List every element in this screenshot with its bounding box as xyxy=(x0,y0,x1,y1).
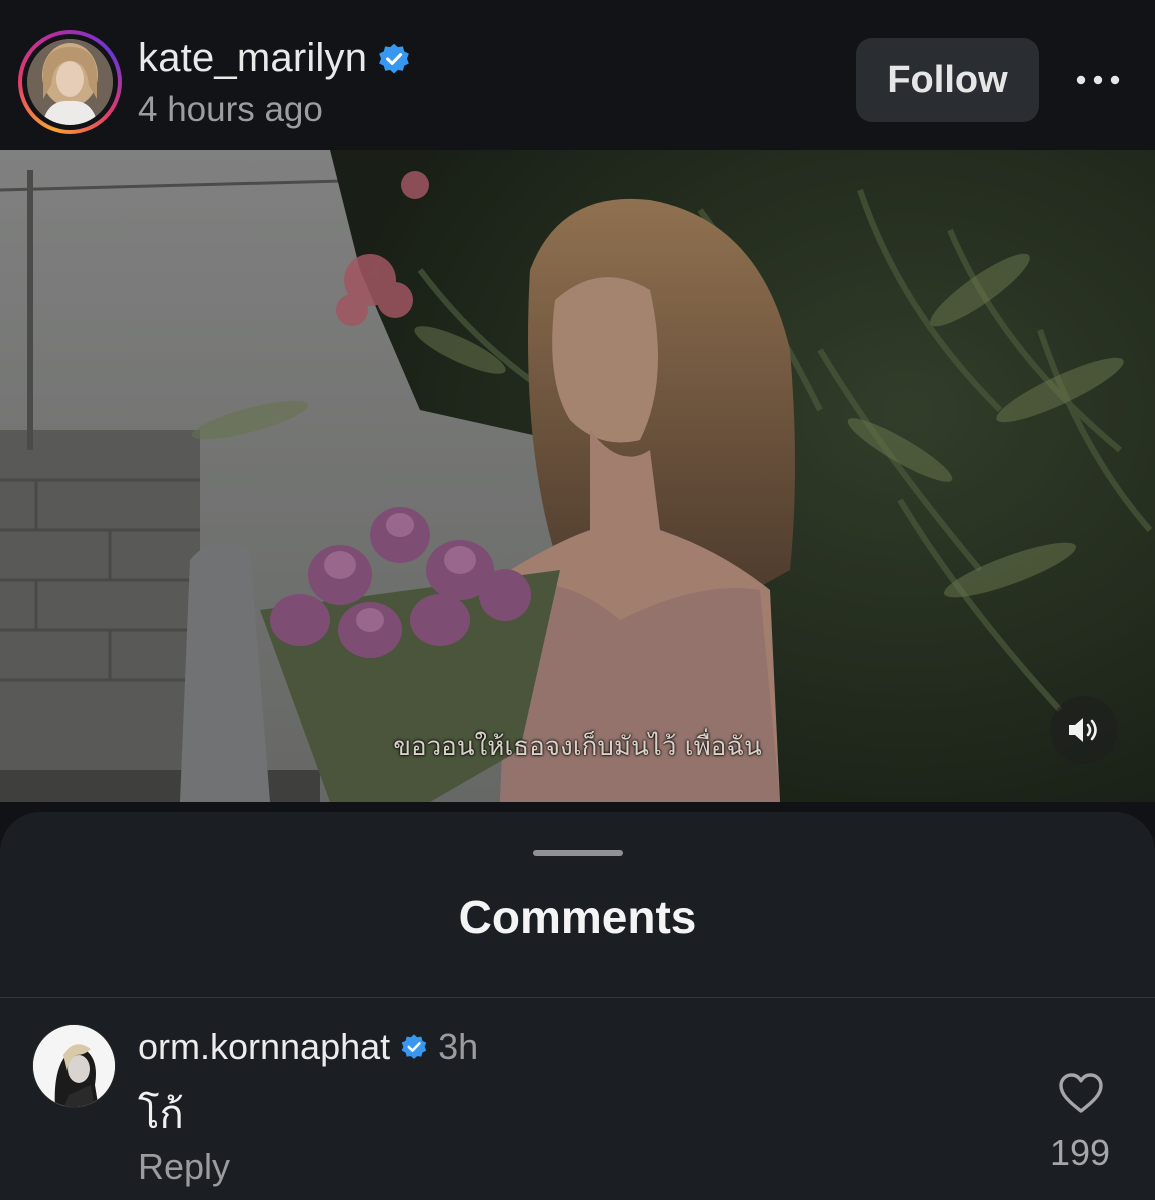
comment-text: โก้ xyxy=(138,1092,184,1138)
post-header: kate_marilyn 4 hours ago Follow xyxy=(0,0,1155,150)
reply-button[interactable]: Reply xyxy=(138,1146,230,1188)
comment-item: orm.kornnaphat 3h โก้ Reply 199 xyxy=(0,998,1155,1200)
video-player[interactable]: ขอวอนให้เธอจงเก็บมันไว้ เพื่อฉัน xyxy=(0,150,1155,802)
comment-header: orm.kornnaphat 3h xyxy=(138,1026,478,1068)
verified-badge-icon xyxy=(379,43,410,73)
story-ring-avatar[interactable] xyxy=(18,30,122,134)
video-subtitle: ขอวอนให้เธอจงเก็บมันไว้ เพื่อฉัน xyxy=(393,732,762,762)
avatar xyxy=(27,39,113,125)
post-timestamp: 4 hours ago xyxy=(138,90,323,129)
more-options-button[interactable] xyxy=(1070,58,1126,102)
comment-time: 3h xyxy=(438,1026,479,1067)
post-viewer: kate_marilyn 4 hours ago Follow ขอวอนให้… xyxy=(0,0,1155,1200)
comments-title: Comments xyxy=(458,891,697,943)
follow-button[interactable]: Follow xyxy=(856,38,1039,122)
sheet-drag-handle[interactable] xyxy=(533,850,623,856)
sound-toggle-button[interactable] xyxy=(1050,696,1118,764)
author-username[interactable]: kate_marilyn xyxy=(138,36,367,81)
verified-badge-icon xyxy=(401,1034,427,1059)
comments-sheet: Comments orm.kornnaphat 3h โก้ Reply 199 xyxy=(0,812,1155,1200)
commenter-username[interactable]: orm.kornnaphat xyxy=(138,1026,390,1068)
speaker-icon xyxy=(1069,718,1097,742)
video-frame xyxy=(0,150,1155,802)
heart-icon[interactable] xyxy=(1058,1072,1104,1114)
author-row: kate_marilyn xyxy=(138,36,411,81)
like-count: 199 xyxy=(1049,1132,1111,1173)
more-horizontal-icon xyxy=(1076,75,1120,85)
commenter-avatar[interactable] xyxy=(32,1024,116,1108)
